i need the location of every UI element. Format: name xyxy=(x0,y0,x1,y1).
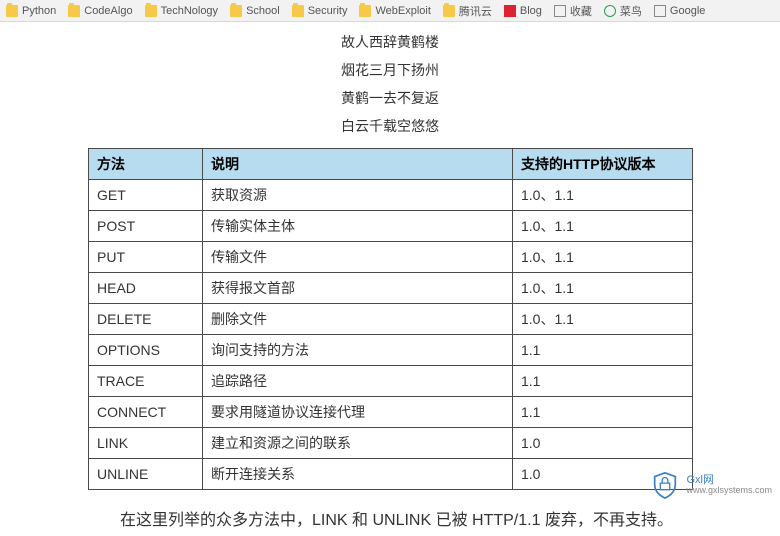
bookmark-blog[interactable]: Blog xyxy=(504,5,542,17)
folder-icon xyxy=(68,5,80,17)
poem-line: 烟花三月下扬州 xyxy=(0,56,780,84)
green-icon xyxy=(604,5,616,17)
cell-version: 1.0 xyxy=(513,428,693,459)
cell-method: LINK xyxy=(89,428,203,459)
cell-desc: 断开连接关系 xyxy=(203,459,513,490)
cell-method: UNLINE xyxy=(89,459,203,490)
cell-method: OPTIONS xyxy=(89,335,203,366)
cell-method: TRACE xyxy=(89,366,203,397)
cell-version: 1.1 xyxy=(513,397,693,428)
bookmark-label: 腾讯云 xyxy=(459,3,492,19)
bookmark-label: CodeAlgo xyxy=(84,5,132,17)
cell-version: 1.0、1.1 xyxy=(513,242,693,273)
poem-line: 故人西辞黄鹤楼 xyxy=(0,28,780,56)
bookmark-label: School xyxy=(246,5,280,17)
bookmark-school[interactable]: School xyxy=(230,5,280,17)
cell-desc: 建立和资源之间的联系 xyxy=(203,428,513,459)
poem-line: 黄鹤一去不复返 xyxy=(0,84,780,112)
bookmarks-bar: Python CodeAlgo TechNology School Security We… xyxy=(0,0,780,22)
bookmark-label: Blog xyxy=(520,5,542,17)
bookmark-caoniao[interactable]: 菜鸟 xyxy=(604,3,642,19)
bookmark-label: Security xyxy=(308,5,348,17)
cell-version: 1.1 xyxy=(513,335,693,366)
col-desc: 说明 xyxy=(203,149,513,180)
cell-desc: 追踪路径 xyxy=(203,366,513,397)
table-row: TRACE追踪路径1.1 xyxy=(89,366,693,397)
poem-block: 故人西辞黄鹤楼 烟花三月下扬州 黄鹤一去不复返 白云千载空悠悠 xyxy=(0,28,780,140)
cell-method: POST xyxy=(89,211,203,242)
col-version: 支持的HTTP协议版本 xyxy=(513,149,693,180)
folder-icon xyxy=(359,5,371,17)
cell-method: HEAD xyxy=(89,273,203,304)
bookmark-tencent[interactable]: 腾讯云 xyxy=(443,3,492,19)
cell-version: 1.0、1.1 xyxy=(513,304,693,335)
cell-version: 1.0、1.1 xyxy=(513,211,693,242)
cell-desc: 询问支持的方法 xyxy=(203,335,513,366)
folder-icon xyxy=(230,5,242,17)
table-row: DELETE删除文件1.0、1.1 xyxy=(89,304,693,335)
poem-line: 白云千载空悠悠 xyxy=(0,112,780,140)
table-row: LINK建立和资源之间的联系1.0 xyxy=(89,428,693,459)
watermark-brand: Gxl网 www.gxlsystems.com xyxy=(650,470,772,500)
brand-url: www.gxlsystems.com xyxy=(686,486,772,496)
bookmark-label: TechNology xyxy=(161,5,218,17)
bookmark-codealgo[interactable]: CodeAlgo xyxy=(68,5,132,17)
table-row: OPTIONS询问支持的方法1.1 xyxy=(89,335,693,366)
cell-desc: 删除文件 xyxy=(203,304,513,335)
bookmark-python[interactable]: Python xyxy=(6,5,56,17)
col-method: 方法 xyxy=(89,149,203,180)
cell-method: PUT xyxy=(89,242,203,273)
cell-method: DELETE xyxy=(89,304,203,335)
table-row: GET获取资源1.0、1.1 xyxy=(89,180,693,211)
bookmark-label: WebExploit xyxy=(375,5,430,17)
bookmark-label: 收藏 xyxy=(570,3,592,19)
table-row: CONNECT要求用隧道协议连接代理1.1 xyxy=(89,397,693,428)
bookmark-favorites[interactable]: 收藏 xyxy=(554,3,592,19)
outline-icon xyxy=(654,5,666,17)
cell-method: CONNECT xyxy=(89,397,203,428)
cell-desc: 获得报文首部 xyxy=(203,273,513,304)
cell-desc: 传输文件 xyxy=(203,242,513,273)
cell-method: GET xyxy=(89,180,203,211)
cell-version: 1.0、1.1 xyxy=(513,180,693,211)
table-header-row: 方法 说明 支持的HTTP协议版本 xyxy=(89,149,693,180)
outline-icon xyxy=(554,5,566,17)
folder-icon xyxy=(145,5,157,17)
http-methods-table: 方法 说明 支持的HTTP协议版本 GET获取资源1.0、1.1POST传输实体… xyxy=(88,148,693,490)
bookmark-security[interactable]: Security xyxy=(292,5,348,17)
bookmark-label: 菜鸟 xyxy=(620,3,642,19)
bookmark-label: Google xyxy=(670,5,705,17)
folder-icon xyxy=(6,5,18,17)
cell-desc: 获取资源 xyxy=(203,180,513,211)
bookmark-label: Python xyxy=(22,5,56,17)
cell-desc: 传输实体主体 xyxy=(203,211,513,242)
bookmark-technology[interactable]: TechNology xyxy=(145,5,218,17)
table-row: HEAD获得报文首部1.0、1.1 xyxy=(89,273,693,304)
table-row: POST传输实体主体1.0、1.1 xyxy=(89,211,693,242)
bookmark-webexploit[interactable]: WebExploit xyxy=(359,5,430,17)
cell-version: 1.0、1.1 xyxy=(513,273,693,304)
table-row: PUT传输文件1.0、1.1 xyxy=(89,242,693,273)
red-icon xyxy=(504,5,516,17)
article-content: 故人西辞黄鹤楼 烟花三月下扬州 黄鹤一去不复返 白云千载空悠悠 方法 说明 支持… xyxy=(0,22,780,536)
bookmark-google[interactable]: Google xyxy=(654,5,705,17)
folder-icon xyxy=(292,5,304,17)
cell-desc: 要求用隧道协议连接代理 xyxy=(203,397,513,428)
shield-icon xyxy=(650,470,680,500)
note-paragraph: 在这里列举的众多方法中，LINK 和 UNLINK 已被 HTTP/1.1 废弃… xyxy=(88,506,692,536)
cell-version: 1.1 xyxy=(513,366,693,397)
table-row: UNLINE断开连接关系1.0 xyxy=(89,459,693,490)
folder-icon xyxy=(443,5,455,17)
